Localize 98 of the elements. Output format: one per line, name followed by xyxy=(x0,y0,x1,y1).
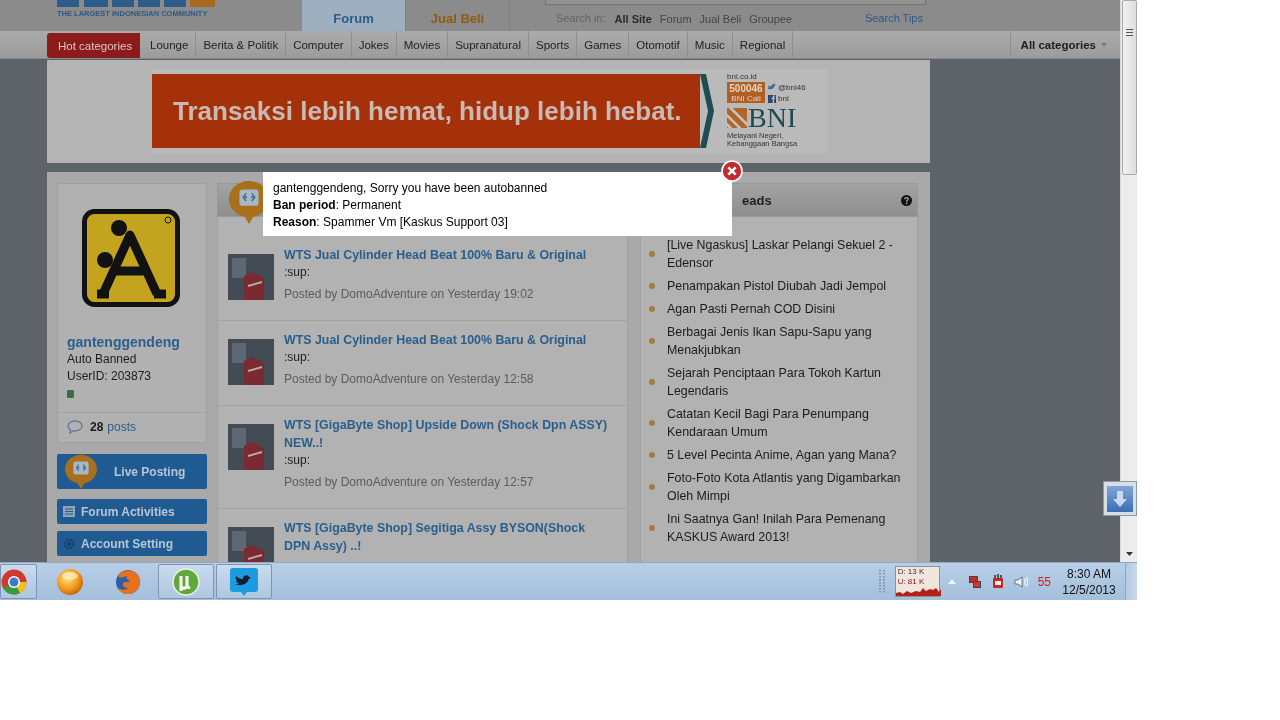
clock-time: 8:30 AM xyxy=(1067,565,1111,582)
user-status: Auto Banned xyxy=(67,351,137,368)
chat-bubble-icon xyxy=(67,419,83,434)
ad-twitter-handle: @bni46 xyxy=(778,83,806,92)
gear-icon xyxy=(63,537,75,550)
thread-meta: Posted by DomoAdventure on Yesterday 19:02 xyxy=(284,286,534,302)
upload-rate: U: 81 K xyxy=(896,577,926,587)
search-scope[interactable]: All Site xyxy=(614,12,652,25)
thread-meta: Posted by DomoAdventure on Yesterday 12:57 xyxy=(284,474,534,490)
clock-date: 12/5/2013 xyxy=(1062,581,1116,598)
circle-logo-icon xyxy=(172,567,200,596)
ad-facebook-name: bni xyxy=(778,94,789,103)
hot-thread-link[interactable]: Sejarah Penciptaan Para Tokoh Kartun Legendaris xyxy=(667,364,909,400)
ban-notice-line: Ban period: Permanent xyxy=(273,197,403,214)
taskbar-button[interactable] xyxy=(216,564,272,599)
bullet-icon xyxy=(649,283,655,289)
hot-thread-link[interactable]: Ini Saatnya Gan! Inilah Para Pemenang KASKUS Award 2013! xyxy=(667,510,909,546)
panel-title: eads xyxy=(742,192,772,208)
bullet-icon xyxy=(649,306,655,312)
wheel-icon xyxy=(1,568,27,595)
list-icon xyxy=(63,506,75,517)
search-field[interactable] xyxy=(545,0,926,5)
thread-excerpt: :sup: xyxy=(284,452,310,469)
avatar-image[interactable] xyxy=(82,209,180,307)
ban-notice-line: gantenggendeng, Sorry you have been autobanned xyxy=(273,180,549,197)
post-count: 28 xyxy=(90,419,104,434)
logo-drawing[interactable] xyxy=(57,0,215,8)
account-setting-button[interactable]: Account Setting xyxy=(57,531,207,556)
chevron-icon xyxy=(700,74,714,148)
thread-meta: Posted by DomoAdventure on Yesterday 12:58 xyxy=(284,371,534,387)
nav-link[interactable]: Regional xyxy=(732,31,794,58)
nav-link[interactable]: Movies xyxy=(396,31,449,58)
facebook-icon xyxy=(768,94,776,103)
nav-link[interactable]: Games xyxy=(577,31,630,58)
bullet-icon xyxy=(649,379,655,385)
hot-thread-link[interactable]: Agan Pasti Pernah COD Disini xyxy=(667,300,909,318)
hot-categories-tag[interactable]: Hot categories xyxy=(47,33,140,58)
grip-icon xyxy=(1125,29,1133,36)
network-meter[interactable]: D: 13 K U: 81 K xyxy=(894,566,940,597)
hotline-badge: 500046 BNI Call xyxy=(727,82,765,103)
nav-link[interactable]: Jokes xyxy=(351,31,397,58)
hot-thread-link[interactable]: Berbagai Jenis Ikan Sapu-Sapu yang Menakjubkan xyxy=(667,323,909,359)
help-icon[interactable] xyxy=(901,194,912,206)
scroll-down-button[interactable] xyxy=(1103,481,1137,516)
caret-icon xyxy=(1101,42,1107,47)
scrollbar-thumb[interactable] xyxy=(1121,0,1137,175)
grip-icon xyxy=(878,568,885,595)
show-desktop-button[interactable] xyxy=(1125,563,1137,600)
ban-notice-line: Reason: Spammer Vm [Kaskus Support 03] xyxy=(273,214,509,231)
nav-link[interactable]: Supranatural xyxy=(448,31,529,58)
thumbnail-photo[interactable] xyxy=(228,339,274,385)
thumbnail-photo[interactable] xyxy=(228,424,274,470)
forum-activities-button[interactable]: Forum Activities xyxy=(57,499,207,524)
ad-website: bni.co.id xyxy=(727,72,757,81)
hot-thread-link[interactable]: Catatan Kecil Bagi Para Penumpang Kendaraan Umum xyxy=(667,405,909,441)
scrollbar[interactable] xyxy=(1120,0,1137,562)
thread-title-link[interactable]: WTS [GigaByte Shop] Segitiga Assy BYSON(Shock DPN Assy) ..! xyxy=(284,519,612,555)
thumbnail-photo[interactable] xyxy=(228,254,274,300)
clock[interactable]: 8:30 AM 12/5/2013 xyxy=(1061,565,1117,598)
striped-square-icon xyxy=(727,108,747,128)
hot-thread-link[interactable]: 5 Level Pecinta Anime, Agan yang Mana? xyxy=(667,446,909,464)
user-id: UserID: 203873 xyxy=(67,368,152,385)
bullet-icon xyxy=(649,525,655,531)
nav-link[interactable]: Berita & Politik xyxy=(196,31,287,58)
hot-thread-link[interactable]: Penampakan Pistol Diubah Jadi Jempol xyxy=(667,277,909,295)
monitor-icon[interactable] xyxy=(967,574,982,589)
thumbnail-photo[interactable] xyxy=(228,527,274,562)
posts-link[interactable]: posts xyxy=(107,419,137,434)
close-button[interactable] xyxy=(721,160,743,182)
traffic-sparkline xyxy=(895,587,941,596)
hot-thread-link[interactable]: [Live Ngaskus] Laskar Pelangi Sekuel 2 - Edensor xyxy=(667,236,909,272)
bullet-icon xyxy=(649,452,655,458)
bank-name: BNI xyxy=(748,106,797,130)
plug-icon[interactable] xyxy=(990,574,1005,589)
nav-link[interactable]: Computer xyxy=(286,31,352,58)
bullet-icon xyxy=(649,420,655,426)
nav-link[interactable]: Lounge xyxy=(143,31,197,58)
speaker-icon[interactable] xyxy=(1013,574,1028,589)
sphere-icon xyxy=(56,567,84,596)
bullet-icon xyxy=(649,338,655,344)
ad-slogan: Transaksi lebih hemat, hidup lebih hebat. xyxy=(152,74,700,148)
up-arrow-icon[interactable] xyxy=(947,579,956,584)
globe-icon xyxy=(114,567,142,596)
scroll-arrow-icon[interactable] xyxy=(1125,552,1133,556)
nav-link[interactable]: Sports xyxy=(529,31,578,58)
all-categories-button[interactable]: All categories xyxy=(1009,31,1107,58)
thread-excerpt: :sup: xyxy=(284,349,310,366)
download-rate: D: 13 K xyxy=(896,567,926,577)
live-posting-button[interactable]: Live Posting xyxy=(57,454,207,489)
pin-badge-icon xyxy=(64,454,98,489)
nav-link[interactable]: Otomotif xyxy=(629,31,688,58)
hot-thread-link[interactable]: Foto-Foto Kota Atlantis yang Digambarkan Oleh Mimpi xyxy=(667,469,909,505)
thread-excerpt: :sup: xyxy=(284,264,310,281)
bird-icon xyxy=(768,84,776,91)
nav-link[interactable]: Music xyxy=(687,31,733,58)
bullet-icon xyxy=(649,484,655,490)
bullet-icon xyxy=(649,251,655,257)
bird-icon xyxy=(229,566,259,597)
